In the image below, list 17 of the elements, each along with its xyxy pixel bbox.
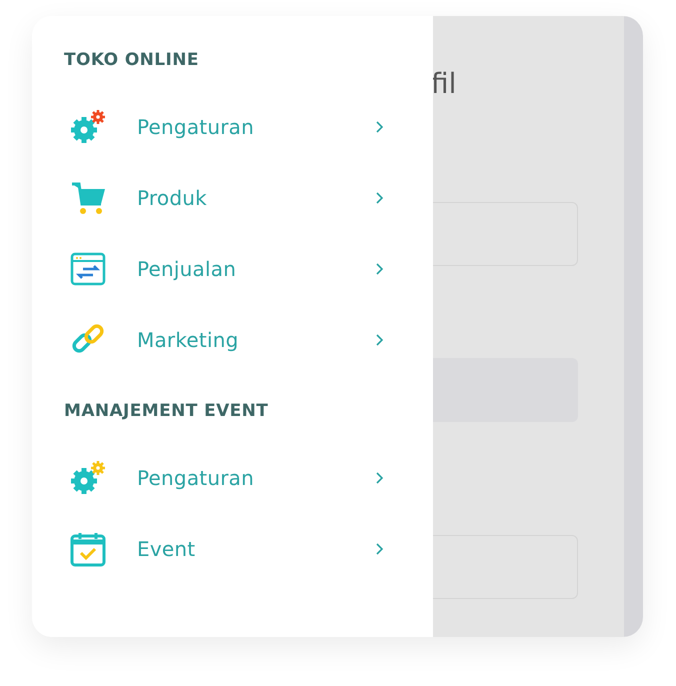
chevron-right-icon (375, 262, 385, 276)
menu-item[interactable]: Penjualan (64, 233, 433, 304)
section-heading: TOKO ONLINE (64, 50, 200, 70)
chevron-right-icon (375, 332, 385, 346)
gear-icon (69, 108, 107, 146)
chevron-right-icon (375, 470, 385, 484)
section-heading: MANAJEMENT EVENT (64, 401, 270, 421)
menu-item[interactable]: Marketing (64, 304, 433, 375)
chevron-right-icon (375, 190, 385, 204)
chevron-right-icon (375, 542, 385, 556)
menu-item[interactable]: Pengaturan (64, 442, 433, 513)
menu-item[interactable]: Pengaturan (64, 91, 433, 162)
menu-item[interactable]: Event (64, 513, 433, 584)
page-title: fil (431, 68, 456, 100)
gear-icon (69, 458, 107, 496)
menu-item[interactable]: Produk (64, 162, 433, 233)
chevron-right-icon (375, 120, 385, 134)
